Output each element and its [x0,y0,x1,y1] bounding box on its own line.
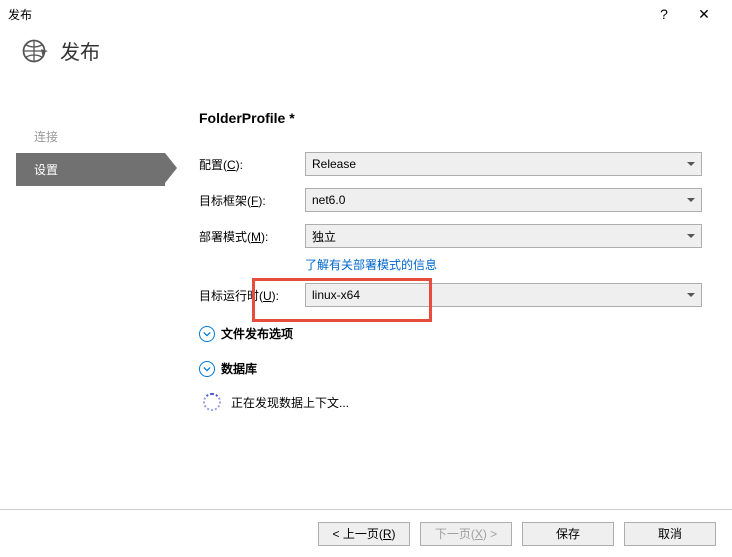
deploy-label: 部署模式(M): [199,228,305,245]
config-label: 配置(C): [199,156,305,173]
next-button: 下一页(X) > [420,522,512,546]
framework-label: 目标框架(F): [199,192,305,209]
loading-text: 正在发现数据上下文... [231,394,349,411]
sidebar-item-settings[interactable]: 设置 [16,153,165,186]
dialog-title: 发布 [60,36,100,65]
chevron-down-icon [199,361,215,377]
sidebar-item-connection[interactable]: 连接 [20,120,165,153]
deploy-dropdown[interactable]: 独立 [305,224,702,248]
footer: < 上一页(R) 下一页(X) > 保存 取消 [0,509,732,557]
chevron-down-icon [199,326,215,342]
cancel-button[interactable]: 取消 [624,522,716,546]
deploy-mode-link[interactable]: 了解有关部署模式的信息 [305,258,437,272]
close-button[interactable]: ✕ [684,6,724,23]
config-dropdown[interactable]: Release [305,152,702,176]
window-title: 发布 [8,6,32,23]
main-panel: FolderProfile * 配置(C): Release 目标框架(F): … [165,80,732,509]
database-label: 数据库 [221,360,257,377]
framework-dropdown[interactable]: net6.0 [305,188,702,212]
runtime-label: 目标运行时(U): [199,287,305,304]
sidebar: 连接 设置 [0,80,165,509]
runtime-dropdown[interactable]: linux-x64 [305,283,702,307]
publish-icon [20,37,48,65]
save-button[interactable]: 保存 [522,522,614,546]
dialog-header: 发布 [0,28,732,77]
file-publish-label: 文件发布选项 [221,325,293,342]
help-button[interactable]: ? [644,6,684,22]
titlebar: 发布 ? ✕ [0,0,732,28]
prev-button[interactable]: < 上一页(R) [318,522,410,546]
loading-row: 正在发现数据上下文... [203,393,702,411]
spinner-icon [203,393,221,411]
file-publish-expander[interactable]: 文件发布选项 [199,325,702,342]
profile-name: FolderProfile * [199,110,702,126]
database-expander[interactable]: 数据库 [199,360,702,377]
